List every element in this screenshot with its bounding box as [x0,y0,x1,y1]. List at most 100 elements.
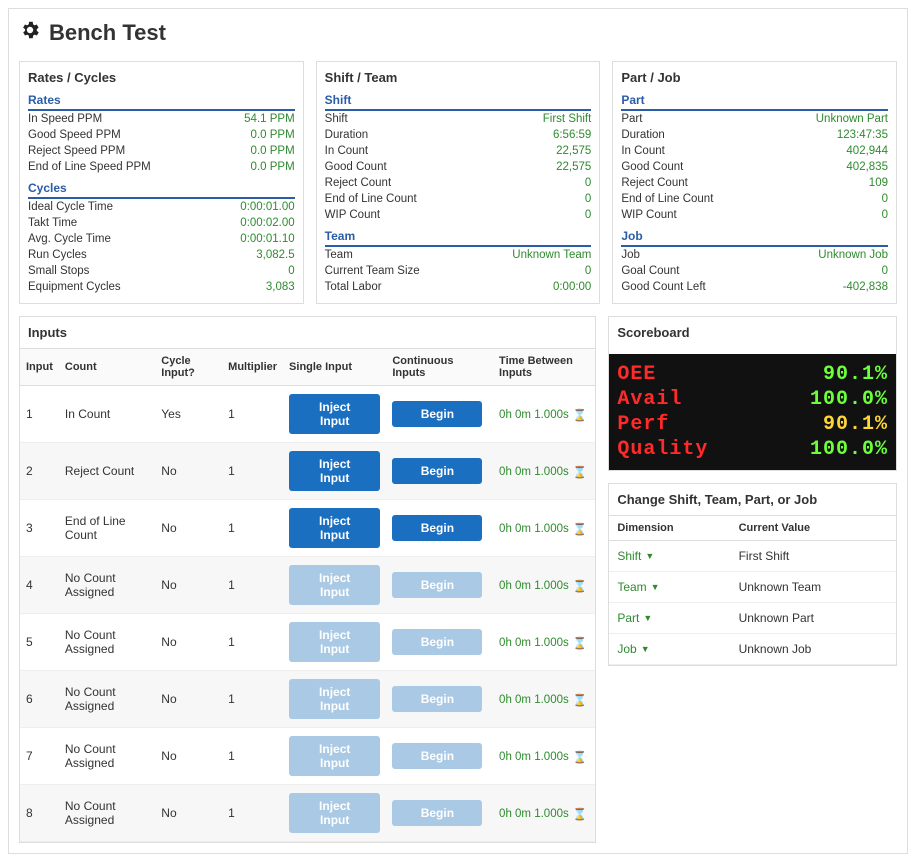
value: 22,575 [556,145,591,157]
inputs-card: Inputs Input Count Cycle Input? Multipli… [19,316,596,843]
label: Shift [325,113,348,125]
value: 0.0 PPM [251,129,295,141]
label: Takt Time [28,217,77,229]
shift-team-card: Shift / Team Shift ShiftFirst Shift Dura… [316,61,601,304]
inject-input-button[interactable]: Inject Input [289,451,380,491]
dimension-dropdown[interactable]: Part ▼ [617,611,652,625]
label: In Count [621,145,664,157]
cell-mult: 1 [222,671,283,728]
cell-input-num: 5 [20,614,59,671]
inject-input-button[interactable]: Inject Input [289,508,380,548]
value: Unknown Job [818,249,888,261]
scoreboard-row: Perf 90.1% [617,412,888,437]
caret-down-icon: ▼ [651,582,660,592]
col-current-value: Current Value [731,516,896,541]
job-header: Job [621,227,888,247]
cell-count: No Count Assigned [59,614,155,671]
cell-cycle: No [155,785,222,842]
table-row: Part ▼ Unknown Part [609,603,896,634]
label: Good Count [325,161,387,173]
page-title: Bench Test [19,19,897,47]
begin-button: Begin [392,800,482,826]
change-card: Change Shift, Team, Part, or Job Dimensi… [608,483,897,666]
table-row: 8No Count AssignedNo1Inject InputBegin0h… [20,785,595,842]
scoreboard-label: Perf [617,412,669,437]
label: Total Labor [325,281,382,293]
label: Team [325,249,353,261]
cell-mult: 1 [222,443,283,500]
hourglass-icon: ⌛ [573,693,587,707]
value: 0 [585,193,591,205]
begin-button[interactable]: Begin [392,458,482,484]
cell-cycle: No [155,614,222,671]
label: Small Stops [28,265,89,277]
scoreboard-label: Quality [617,437,708,462]
table-row: 7No Count AssignedNo1Inject InputBegin0h… [20,728,595,785]
cell-count: No Count Assigned [59,785,155,842]
label: Good Count [621,161,683,173]
table-row: Shift ▼First Shift [609,541,896,572]
cell-count: Reject Count [59,443,155,500]
cell-count: No Count Assigned [59,671,155,728]
page-title-text: Bench Test [49,20,166,46]
cell-current-value: Unknown Part [731,603,896,634]
time-between-inputs: 0h 0m 1.000s ⌛ [499,522,587,536]
label: In Count [325,145,368,157]
cycles-header: Cycles [28,179,295,199]
value: 6:56:59 [553,129,591,141]
card-title: Rates / Cycles [28,70,295,85]
table-row: 2Reject CountNo1Inject InputBegin0h 0m 1… [20,443,595,500]
col-count: Count [59,349,155,386]
begin-button: Begin [392,686,482,712]
caret-down-icon: ▼ [645,551,654,561]
value: 0 [882,265,888,277]
scoreboard-label: Avail [617,387,682,412]
scoreboard-value: 100.0% [810,437,888,462]
card-title: Scoreboard [609,317,896,348]
cell-input-num: 6 [20,671,59,728]
dimension-dropdown[interactable]: Job ▼ [617,642,649,656]
dimension-dropdown[interactable]: Team ▼ [617,580,659,594]
col-cont: Continuous Inputs [386,349,493,386]
value: 0:00:00 [553,281,591,293]
label: End of Line Speed PPM [28,161,151,173]
value: First Shift [543,113,592,125]
value: 0 [585,177,591,189]
cell-input-num: 4 [20,557,59,614]
value: 109 [869,177,888,189]
card-title: Part / Job [621,70,888,85]
time-between-inputs: 0h 0m 1.000s ⌛ [499,579,587,593]
value: 0 [882,193,888,205]
value: -402,838 [843,281,888,293]
begin-button: Begin [392,743,482,769]
cell-mult: 1 [222,557,283,614]
begin-button[interactable]: Begin [392,401,482,427]
cell-cycle: No [155,443,222,500]
label: End of Line Count [325,193,417,205]
inject-input-button: Inject Input [289,622,380,662]
scoreboard-label: OEE [617,362,656,387]
inject-input-button: Inject Input [289,736,380,776]
cell-cycle: No [155,671,222,728]
cell-mult: 1 [222,728,283,785]
value: 0:00:01.10 [240,233,294,245]
label: In Speed PPM [28,113,102,125]
value: 123:47:35 [837,129,888,141]
table-row: 3End of Line CountNo1Inject InputBegin0h… [20,500,595,557]
dimension-dropdown[interactable]: Shift ▼ [617,549,654,563]
table-row: Team ▼ Unknown Team [609,572,896,603]
label: Good Count Left [621,281,705,293]
label: Run Cycles [28,249,87,261]
scoreboard-value: 90.1% [823,412,888,437]
cell-cycle: Yes [155,386,222,443]
cell-cycle: No [155,500,222,557]
label: Duration [325,129,368,141]
table-row: 5No Count AssignedNo1Inject InputBegin0h… [20,614,595,671]
label: Equipment Cycles [28,281,121,293]
begin-button[interactable]: Begin [392,515,482,541]
col-cycle: Cycle Input? [155,349,222,386]
cell-current-value: Unknown Team [731,572,896,603]
value: 0:00:02.00 [240,217,294,229]
cell-input-num: 8 [20,785,59,842]
inject-input-button[interactable]: Inject Input [289,394,380,434]
